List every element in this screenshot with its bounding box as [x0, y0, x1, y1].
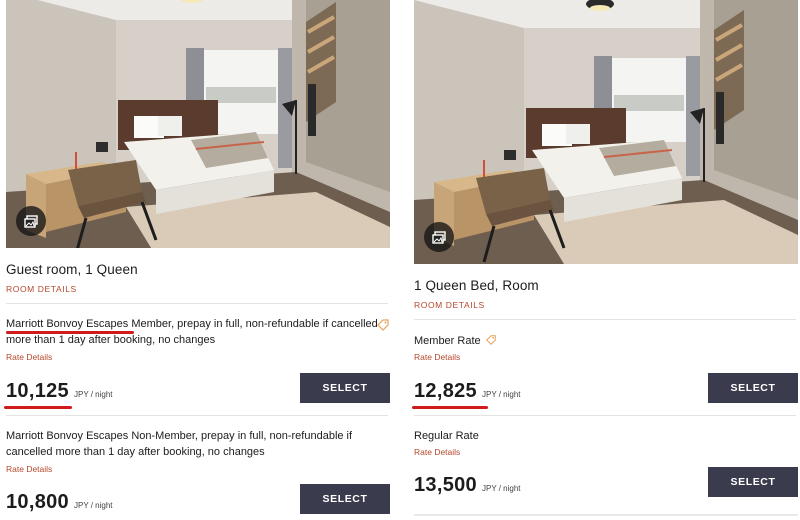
price: 13,500 JPY / night [414, 474, 521, 497]
rate-details-link[interactable]: Rate Details [414, 447, 460, 457]
tag-icon [485, 334, 497, 346]
highlight-underline [6, 331, 134, 334]
divider [6, 303, 388, 304]
price-amount: 12,825 [414, 380, 477, 402]
room-details-link[interactable]: ROOM DETAILS [6, 284, 77, 294]
highlight-underline [4, 406, 72, 409]
room-title: 1 Queen Bed, Room [414, 278, 539, 293]
tag-icon [376, 318, 390, 332]
price-amount: 10,800 [6, 491, 69, 513]
price: 10,125 JPY / night [6, 380, 113, 403]
rate-description: Marriott Bonvoy Escapes Non-Member, prep… [6, 430, 353, 458]
room-image [414, 0, 798, 264]
rate-description-highlight: Marriott Bonvoy Escapes [6, 318, 129, 330]
rate-name: Member Rate [414, 335, 481, 347]
rate-description: Regular Rate [414, 430, 479, 442]
rate-details-link[interactable]: Rate Details [414, 352, 460, 362]
rate-description: Member Rate [414, 333, 786, 349]
room-image [6, 0, 390, 248]
price-amount: 13,500 [414, 474, 477, 496]
room-card-queen-bed: 1 Queen Bed, Room ROOM DETAILS Member Ra… [408, 0, 800, 520]
price-unit: JPY / night [73, 501, 113, 510]
room-photo[interactable] [414, 0, 798, 264]
select-button[interactable]: SELECT [708, 467, 798, 497]
select-button[interactable]: SELECT [300, 373, 390, 403]
gallery-icon[interactable] [424, 222, 454, 252]
price-unit: JPY / night [481, 484, 521, 493]
gallery-icon[interactable] [16, 206, 46, 236]
divider [6, 415, 388, 416]
price: 12,825 JPY / night [414, 380, 521, 403]
price: 10,800 JPY / night [6, 491, 113, 514]
divider [414, 514, 798, 516]
room-photo[interactable] [6, 0, 390, 248]
divider [414, 319, 796, 320]
room-card-guest-room: Guest room, 1 Queen ROOM DETAILS Marriot… [0, 0, 392, 520]
price-amount: 10,125 [6, 380, 69, 402]
room-details-link[interactable]: ROOM DETAILS [414, 300, 485, 310]
divider [414, 415, 796, 416]
column-gap [392, 0, 408, 520]
rate-details-link[interactable]: Rate Details [6, 352, 52, 362]
room-title: Guest room, 1 Queen [6, 262, 138, 277]
price-unit: JPY / night [481, 390, 521, 399]
price-unit: JPY / night [73, 390, 113, 399]
highlight-underline [412, 406, 488, 409]
select-button[interactable]: SELECT [708, 373, 798, 403]
select-button[interactable]: SELECT [300, 484, 390, 514]
rate-details-link[interactable]: Rate Details [6, 464, 52, 474]
